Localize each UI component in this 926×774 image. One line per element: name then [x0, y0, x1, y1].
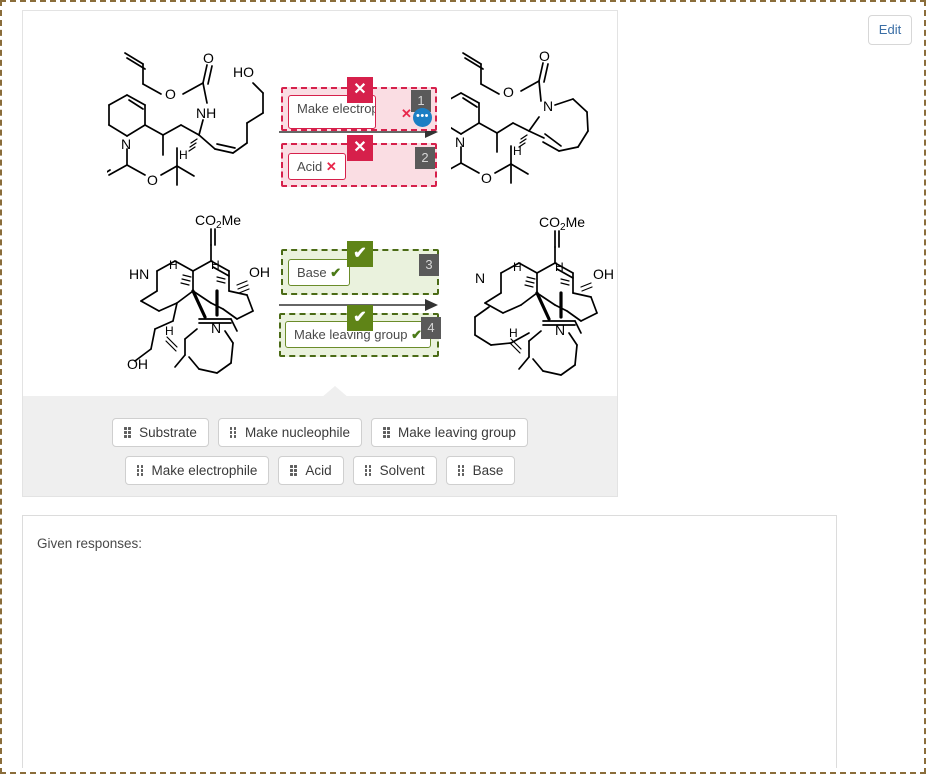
bank-item-substrate[interactable]: Substrate [112, 418, 209, 447]
slot-chip-3[interactable]: Base ✔ [288, 259, 351, 286]
drag-handle-icon[interactable] [383, 427, 391, 438]
atom-label: N [475, 270, 485, 286]
bank-item-label: Base [472, 463, 504, 478]
bank-item-label: Solvent [379, 463, 425, 478]
edit-button[interactable]: Edit [868, 15, 912, 45]
atom-label: CO2Me [195, 212, 241, 231]
atom-label: HO [233, 64, 254, 80]
atom-label: O [203, 50, 214, 66]
slot-chip-3-label: Base [297, 265, 327, 280]
correct-mark-3: ✔ [330, 265, 342, 280]
atom-label: N [555, 322, 565, 338]
answer-bank-row: Make electrophile Acid Solvent Base [23, 456, 617, 485]
given-responses-title: Given responses: [37, 536, 143, 551]
incorrect-mark-2: ✕ [325, 159, 337, 174]
atom-label: H [179, 148, 188, 162]
drag-handle-icon[interactable] [457, 465, 466, 476]
atom-label: CO2Me [539, 214, 585, 233]
drag-handle-icon[interactable] [290, 465, 298, 476]
atom-label: H [165, 324, 174, 338]
slot-chip-2-label: Acid [297, 159, 323, 174]
atom-label: N [211, 320, 221, 336]
slot-chip-2[interactable]: Acid ✕ [288, 153, 346, 180]
bank-item-make-leaving-group[interactable]: Make leaving group [371, 418, 528, 447]
atom-label: H [555, 260, 564, 274]
page-root: Edit O O HO NH H N O O O N H N O CO2Me H… [0, 0, 926, 774]
atom-label: H [513, 144, 522, 158]
answer-bank-row: Substrate Make nucleophile Make leaving … [23, 418, 617, 447]
verdict-icon-2: ✕ [347, 135, 373, 161]
atom-label: OH [249, 264, 270, 280]
bank-item-label: Make nucleophile [244, 425, 351, 440]
structure-bottom-left: CO2Me HN H H OH N H OH [107, 207, 297, 377]
atom-label: O [165, 86, 176, 102]
atom-label: H [211, 258, 220, 272]
verdict-icon-3: ✔ [347, 241, 373, 267]
atom-label: N [121, 136, 131, 152]
atom-label: O [503, 84, 514, 100]
drag-handle-icon[interactable] [124, 427, 132, 438]
slot-chip-1-label: Make electrophile [297, 101, 375, 116]
more-options-icon[interactable]: ••• [413, 108, 432, 127]
reaction-scheme: O O HO NH H N O O O N H N O CO2Me HN H H… [23, 11, 617, 398]
bank-item-solvent[interactable]: Solvent [352, 456, 437, 485]
bank-item-acid[interactable]: Acid [278, 456, 344, 485]
bank-item-label: Substrate [139, 425, 197, 440]
answer-bank: Substrate Make nucleophile Make leaving … [23, 396, 617, 496]
drag-handle-icon[interactable] [364, 465, 373, 476]
drag-handle-icon[interactable] [136, 465, 145, 476]
bank-item-make-electrophile[interactable]: Make electrophile [124, 456, 270, 485]
verdict-icon-4: ✔ [347, 305, 373, 331]
atom-label: N [455, 134, 465, 150]
atom-label: N [543, 98, 553, 114]
step-badge-2: 2 [415, 147, 435, 169]
bank-item-label: Make electrophile [151, 463, 258, 478]
atom-label: H [169, 258, 178, 272]
atom-label: O [147, 172, 158, 188]
atom-label: H [513, 260, 522, 274]
step-badge-3: 3 [419, 254, 439, 276]
bank-item-label: Acid [305, 463, 332, 478]
exercise-panel: O O HO NH H N O O O N H N O CO2Me HN H H… [22, 10, 618, 497]
atom-label: NH [196, 105, 216, 121]
bank-item-make-nucleophile[interactable]: Make nucleophile [217, 418, 363, 447]
bank-item-label: Make leaving group [398, 425, 516, 440]
atom-label: OH [593, 266, 614, 282]
verdict-icon-1: ✕ [347, 77, 373, 103]
atom-label: OH [127, 356, 148, 372]
drag-handle-icon[interactable] [229, 427, 238, 438]
structure-top-left: O O HO NH H N O O [107, 39, 297, 209]
step-badge-4: 4 [421, 317, 441, 339]
atom-label: HN [129, 266, 149, 282]
atom-label: O [539, 48, 550, 64]
atom-label: O [481, 170, 492, 186]
atom-label: H [509, 326, 518, 340]
structure-bottom-right: CO2Me N H H OH N H [463, 207, 643, 377]
bank-item-base[interactable]: Base [445, 456, 516, 485]
structure-top-right: O O N H N O O [451, 39, 631, 209]
given-responses-panel: Given responses: 1 Make electrophile ✕ 2… [22, 515, 837, 768]
